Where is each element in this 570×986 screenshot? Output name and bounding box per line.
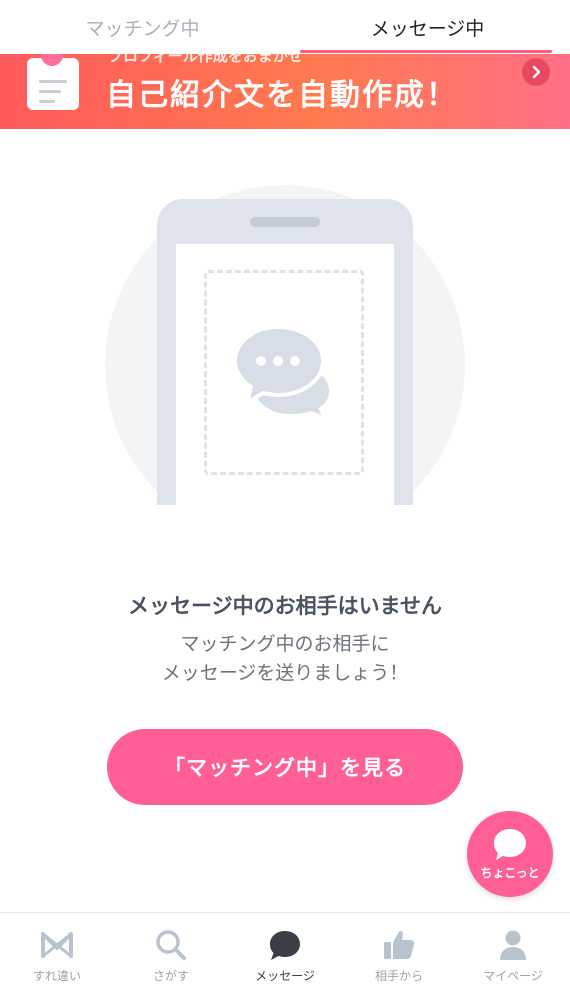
bottom-navigation: すれ違い さがす メッセージ 相手から マイページ	[0, 912, 570, 986]
empty-state-title: メッセージ中のお相手はいません	[128, 594, 442, 618]
nav-item-from-partner[interactable]: 相手から	[342, 913, 456, 986]
nav-label-mypage: マイページ	[483, 969, 543, 983]
nav-item-mypage[interactable]: マイページ	[456, 913, 570, 986]
thumbs-up-icon	[381, 927, 417, 963]
tab-messaging-label: メッセージ中	[370, 17, 485, 40]
chat-bubbles-icon	[233, 324, 334, 421]
active-tab-indicator	[300, 50, 552, 53]
person-icon	[495, 927, 531, 963]
banner-subtext: プロフィール作成をおまかせ	[108, 54, 303, 65]
search-icon	[153, 927, 189, 963]
nav-item-search[interactable]: さがす	[114, 913, 228, 986]
nav-label-message: メッセージ	[255, 969, 315, 983]
message-icon	[267, 927, 303, 963]
nav-label-surechigai: すれ違い	[32, 969, 81, 983]
nav-item-surechigai[interactable]: すれ違い	[0, 913, 114, 986]
nav-label-search: さがす	[152, 969, 189, 983]
chevron-right-icon[interactable]	[522, 58, 550, 86]
empty-state-description-line2: メッセージを送りましょう！	[161, 662, 409, 684]
view-matching-button-label: 「マッチング中」を見る	[164, 756, 406, 780]
nav-item-message[interactable]: メッセージ	[228, 913, 342, 986]
banner-title: 自己紹介文を自動作成！	[106, 78, 458, 113]
chokotto-floating-button[interactable]: ちょこっと	[467, 811, 553, 897]
nav-label-from-partner: 相手から	[374, 969, 423, 983]
tab-messaging[interactable]: メッセージ中	[285, 0, 570, 54]
chat-bubble-icon	[494, 829, 526, 860]
empty-state-description-line1: マッチング中のお相手に	[180, 633, 390, 655]
empty-state-description: マッチング中のお相手に メッセージを送りましょう！	[0, 630, 570, 688]
view-matching-button[interactable]: 「マッチング中」を見る	[107, 729, 463, 805]
top-tab-bar: マッチング中 メッセージ中	[0, 0, 570, 54]
auto-intro-banner[interactable]: プロフィール作成をおまかせ 自己紹介文を自動作成！	[0, 54, 570, 129]
empty-state-illustration	[105, 185, 465, 505]
chokotto-label: ちょこっと	[480, 866, 540, 880]
tab-matching[interactable]: マッチング中	[0, 0, 285, 54]
crossing-icon	[39, 927, 75, 963]
tab-matching-label: マッチング中	[85, 17, 200, 40]
profile-card-icon	[27, 54, 79, 110]
